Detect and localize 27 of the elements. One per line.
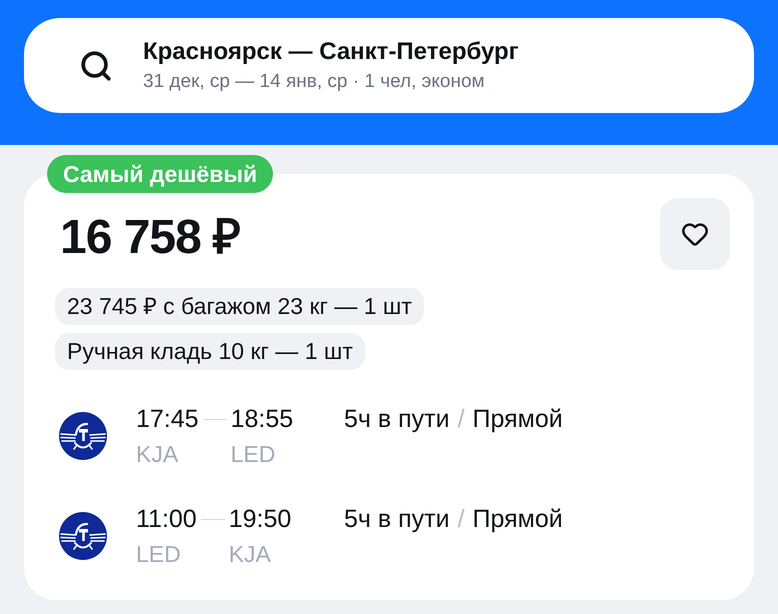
departure-airport-code: KJA bbox=[136, 440, 180, 468]
route-title: Красноярск — Санкт-Петербург bbox=[143, 37, 519, 67]
favorite-button[interactable] bbox=[660, 198, 730, 270]
winged-emblem-icon bbox=[59, 412, 107, 460]
separator-text: / bbox=[458, 404, 465, 434]
winged-emblem-icon bbox=[59, 512, 107, 560]
separator-text: / bbox=[458, 504, 465, 534]
flight-duration: 5ч в пути bbox=[344, 404, 450, 434]
departure-time: 17:45 bbox=[136, 404, 199, 434]
arrival-time: 18:55 bbox=[230, 404, 294, 434]
departure-time: 11:00 bbox=[136, 504, 197, 534]
departure-airport-code: LED bbox=[136, 540, 182, 568]
stops-text: Прямой bbox=[472, 404, 563, 434]
stops-text: Прямой bbox=[472, 504, 563, 534]
price: 16 758 ₽ bbox=[60, 214, 240, 262]
arrival-airport-code: LED bbox=[230, 440, 276, 468]
baggage-tag: Ручная кладь 10 кг — 1 шт bbox=[55, 333, 365, 370]
dash-icon bbox=[202, 418, 227, 420]
arrival-time: 19:50 bbox=[228, 504, 292, 534]
trip-details: 31 дек, ср — 14 янв, ср · 1 чел, эконом bbox=[143, 70, 486, 94]
cheapest-badge: Самый дешёвый bbox=[47, 155, 274, 193]
baggage-tag: 23 745 ₽ с багажом 23 кг — 1 шт bbox=[55, 288, 424, 325]
flight-duration: 5ч в пути bbox=[344, 504, 450, 534]
arrival-airport-code: KJA bbox=[228, 540, 272, 568]
search-icon bbox=[79, 48, 113, 82]
dash-icon bbox=[200, 518, 225, 520]
search-bar[interactable]: Красноярск — Санкт-Петербург 31 дек, ср — 14 янв, ср · 1 чел, эконом bbox=[24, 18, 754, 113]
